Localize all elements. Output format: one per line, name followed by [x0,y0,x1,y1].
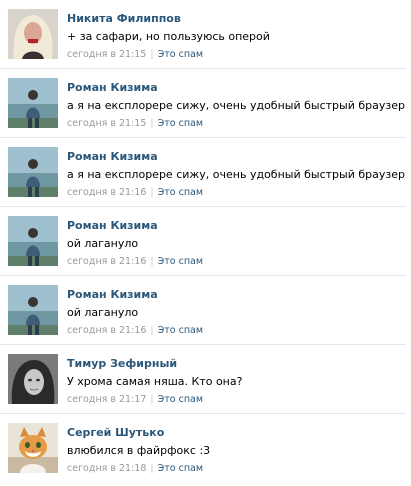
comment-thread: Никита Филиппов + за сафари, но пользуюс… [0,0,411,486]
comment-author[interactable]: Тимур Зефирный [67,357,177,370]
meta-separator: | [150,118,154,129]
comment-time[interactable]: сегодня в 21:16 [67,325,146,336]
comment-text: У хрома самая няша. Кто она? [67,375,243,388]
comment-item: Роман Кизима а я на експлорере сижу, оче… [0,69,406,138]
avatar-grayscale-portrait-icon [8,354,58,404]
meta-separator: | [150,187,154,198]
comment-meta: сегодня в 21:15 | Это спам [67,49,203,60]
report-spam-link[interactable]: Это спам [158,118,203,129]
comment-text: ой лагануло [67,306,139,319]
avatar[interactable] [8,147,58,197]
comment-meta: сегодня в 21:17 | Это спам [67,394,203,405]
meta-separator: | [150,463,154,474]
comment-item: Сергей Шутько влюбился в файрфокс :3 сег… [0,414,406,483]
comment-author[interactable]: Роман Кизима [67,288,158,301]
comment-text: + за сафари, но пользуюсь оперой [67,30,270,43]
avatar-cat-icon [8,423,58,473]
report-spam-link[interactable]: Это спам [158,49,203,60]
meta-separator: | [150,256,154,267]
comment-item: Никита Филиппов + за сафари, но пользуюс… [0,0,406,69]
comment-meta: сегодня в 21:16 | Это спам [67,256,203,267]
comment-item: Роман Кизима а я на експлорере сижу, оче… [0,138,406,207]
report-spam-link[interactable]: Это спам [158,325,203,336]
report-spam-link[interactable]: Это спам [158,394,203,405]
comment-author[interactable]: Сергей Шутько [67,426,164,439]
meta-separator: | [150,325,154,336]
comment-author[interactable]: Роман Кизима [67,150,158,163]
avatar-seaside-icon [8,216,58,266]
comment-meta: сегодня в 21:18 | Это спам [67,463,203,474]
comment-time[interactable]: сегодня в 21:17 [67,394,146,405]
comment-time[interactable]: сегодня в 21:15 [67,118,146,129]
report-spam-link[interactable]: Это спам [158,463,203,474]
avatar[interactable] [8,78,58,128]
avatar[interactable] [8,423,58,473]
avatar[interactable] [8,285,58,335]
comment-author[interactable]: Роман Кизима [67,219,158,232]
comment-time[interactable]: сегодня в 21:16 [67,256,146,267]
comment-text: а я на експлорере сижу, очень удобный бы… [67,99,405,112]
avatar[interactable] [8,354,58,404]
comment-time[interactable]: сегодня в 21:16 [67,187,146,198]
report-spam-link[interactable]: Это спам [158,256,203,267]
comment-time[interactable]: сегодня в 21:18 [67,463,146,474]
avatar[interactable] [8,9,58,59]
avatar-seaside-icon [8,78,58,128]
comment-time[interactable]: сегодня в 21:15 [67,49,146,60]
comment-text: а я на експлорере сижу, очень удобный бы… [67,168,405,181]
comment-meta: сегодня в 21:16 | Это спам [67,325,203,336]
avatar[interactable] [8,216,58,266]
comment-meta: сегодня в 21:15 | Это спам [67,118,203,129]
report-spam-link[interactable]: Это спам [158,187,203,198]
comment-item: Тимур Зефирный У хрома самая няша. Кто о… [0,345,406,414]
comment-item: Роман Кизима ой лагануло сегодня в 21:16… [0,207,406,276]
avatar-seaside-icon [8,285,58,335]
meta-separator: | [150,49,154,60]
meta-separator: | [150,394,154,405]
comment-author[interactable]: Роман Кизима [67,81,158,94]
comment-author[interactable]: Никита Филиппов [67,12,181,25]
avatar-seaside-icon [8,147,58,197]
comment-item: Роман Кизима ой лагануло сегодня в 21:16… [0,276,406,345]
avatar-blonde-wig-icon [8,9,58,59]
comment-meta: сегодня в 21:16 | Это спам [67,187,203,198]
comment-text: влюбился в файрфокс :3 [67,444,211,457]
comment-text: ой лагануло [67,237,139,250]
